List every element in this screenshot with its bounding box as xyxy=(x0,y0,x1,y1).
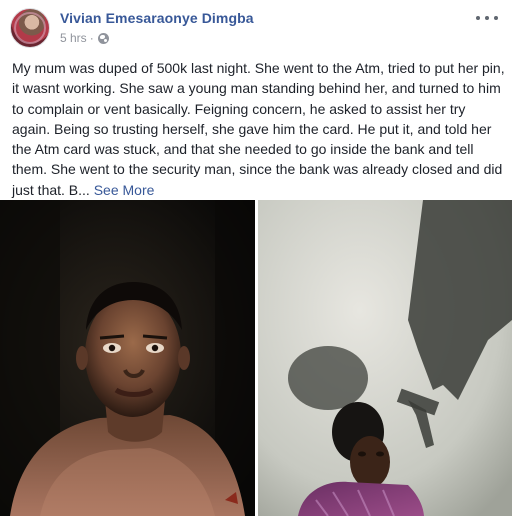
meta-separator: · xyxy=(89,31,94,45)
facebook-post: Vivian Emesaraonye Dimgba 5 hrs · My mum… xyxy=(0,0,512,516)
author-name[interactable]: Vivian Emesaraonye Dimgba xyxy=(60,10,254,26)
photo-man-image xyxy=(0,200,255,516)
see-more-link[interactable]: See More xyxy=(94,182,155,198)
post-meta: 5 hrs · xyxy=(60,31,109,45)
author-avatar[interactable] xyxy=(10,8,50,48)
dot-1 xyxy=(476,16,480,20)
avatar-frame xyxy=(14,12,46,44)
post-text: My mum was duped of 500k last night. She… xyxy=(12,58,506,200)
post-header: Vivian Emesaraonye Dimgba 5 hrs · xyxy=(10,8,502,50)
photo-man[interactable] xyxy=(0,200,255,516)
photo-woman-image xyxy=(258,200,512,516)
dot-3 xyxy=(494,16,498,20)
post-timestamp[interactable]: 5 hrs xyxy=(60,31,87,45)
photo-woman[interactable] xyxy=(258,200,512,516)
post-body: My mum was duped of 500k last night. She… xyxy=(12,60,505,198)
globe-icon[interactable] xyxy=(97,32,109,44)
dot-2 xyxy=(485,16,489,20)
photo-grid xyxy=(0,200,512,516)
more-options-icon[interactable] xyxy=(476,10,498,26)
